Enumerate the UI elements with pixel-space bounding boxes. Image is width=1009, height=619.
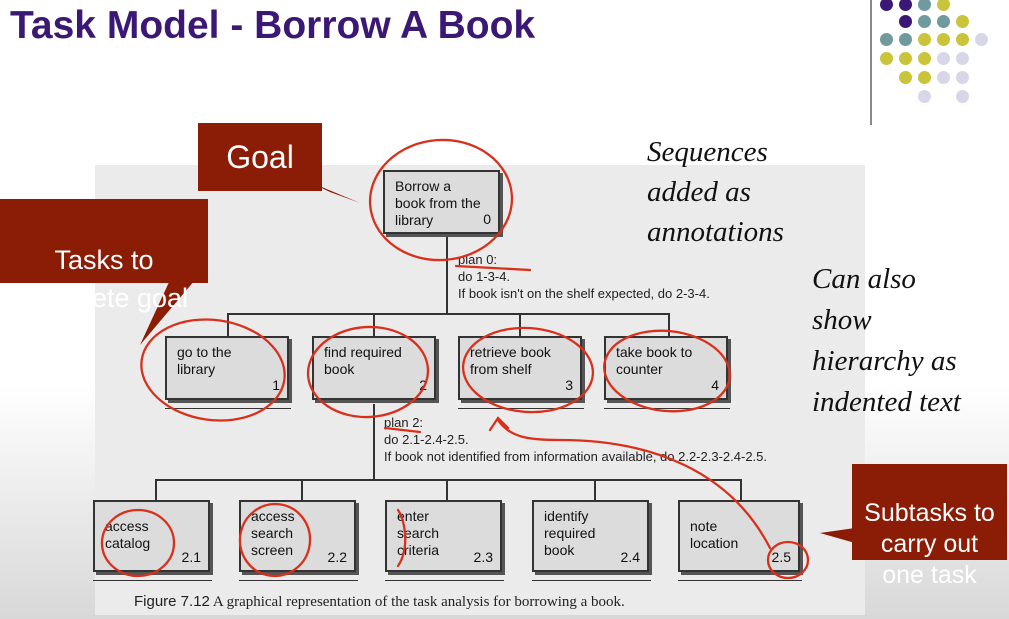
callout-text: Subtasks to carry out one task xyxy=(864,499,995,589)
callout-text: Tasks to complete goal xyxy=(19,245,189,313)
subtasks-callout: Subtasks to carry out one task xyxy=(852,464,1007,589)
goal-callout: Goal xyxy=(198,123,322,191)
slide: Task Model - Borrow A Book Borrow a book… xyxy=(0,0,1009,619)
tasks-callout: Tasks to complete goal xyxy=(0,199,208,313)
callout-text: Goal xyxy=(226,139,294,175)
annotation-note-hierarchy: Can also show hierarchy as indented text xyxy=(812,263,961,418)
annotation-note-sequences: Sequences added as annotations xyxy=(647,136,784,248)
subtasks-pointer xyxy=(820,528,855,543)
